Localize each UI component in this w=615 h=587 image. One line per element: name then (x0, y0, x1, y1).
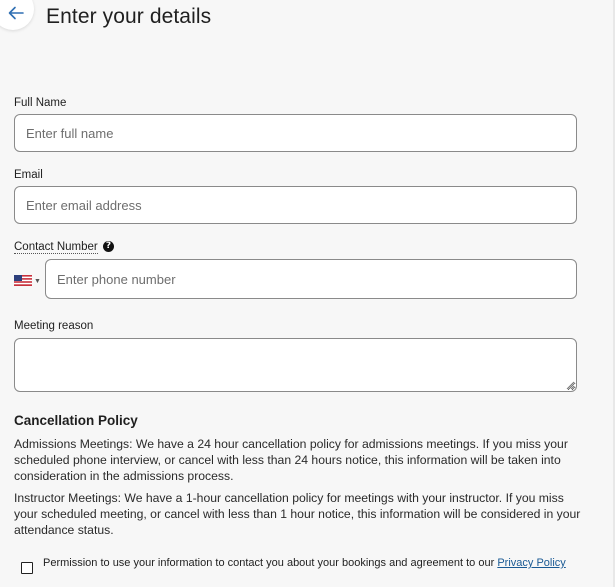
consent-label: Permission to use your information to co… (43, 557, 498, 569)
meeting-reason-textarea[interactable] (14, 338, 577, 392)
cancellation-policy-heading: Cancellation Policy (14, 413, 138, 428)
us-flag-icon (14, 274, 32, 286)
consent-text: Permission to use your information to co… (43, 556, 583, 570)
instructor-policy-text: Instructor Meetings: We have a 1-hour ca… (14, 491, 581, 537)
meeting-reason-label: Meeting reason (14, 320, 94, 332)
privacy-policy-link[interactable]: Privacy Policy (497, 557, 565, 569)
email-input[interactable] (14, 186, 577, 224)
chevron-down-icon: ▼ (34, 277, 41, 285)
consent-checkbox[interactable] (21, 562, 33, 574)
email-label: Email (14, 169, 43, 181)
full-name-input[interactable] (14, 114, 577, 152)
question-circle-icon[interactable]: ? (102, 241, 114, 252)
full-name-label: Full Name (14, 97, 67, 109)
admissions-policy-text: Admissions Meetings: We have a 24 hour c… (14, 437, 568, 483)
arrow-left-icon (8, 6, 24, 20)
back-button[interactable] (0, 0, 34, 30)
country-code-select[interactable]: ▼ (14, 273, 42, 287)
contact-number-label: Contact Number ? (14, 241, 114, 254)
phone-input[interactable] (45, 259, 577, 299)
contact-number-label-text: Contact Number (14, 241, 98, 254)
page-title: Enter your details (46, 5, 212, 28)
